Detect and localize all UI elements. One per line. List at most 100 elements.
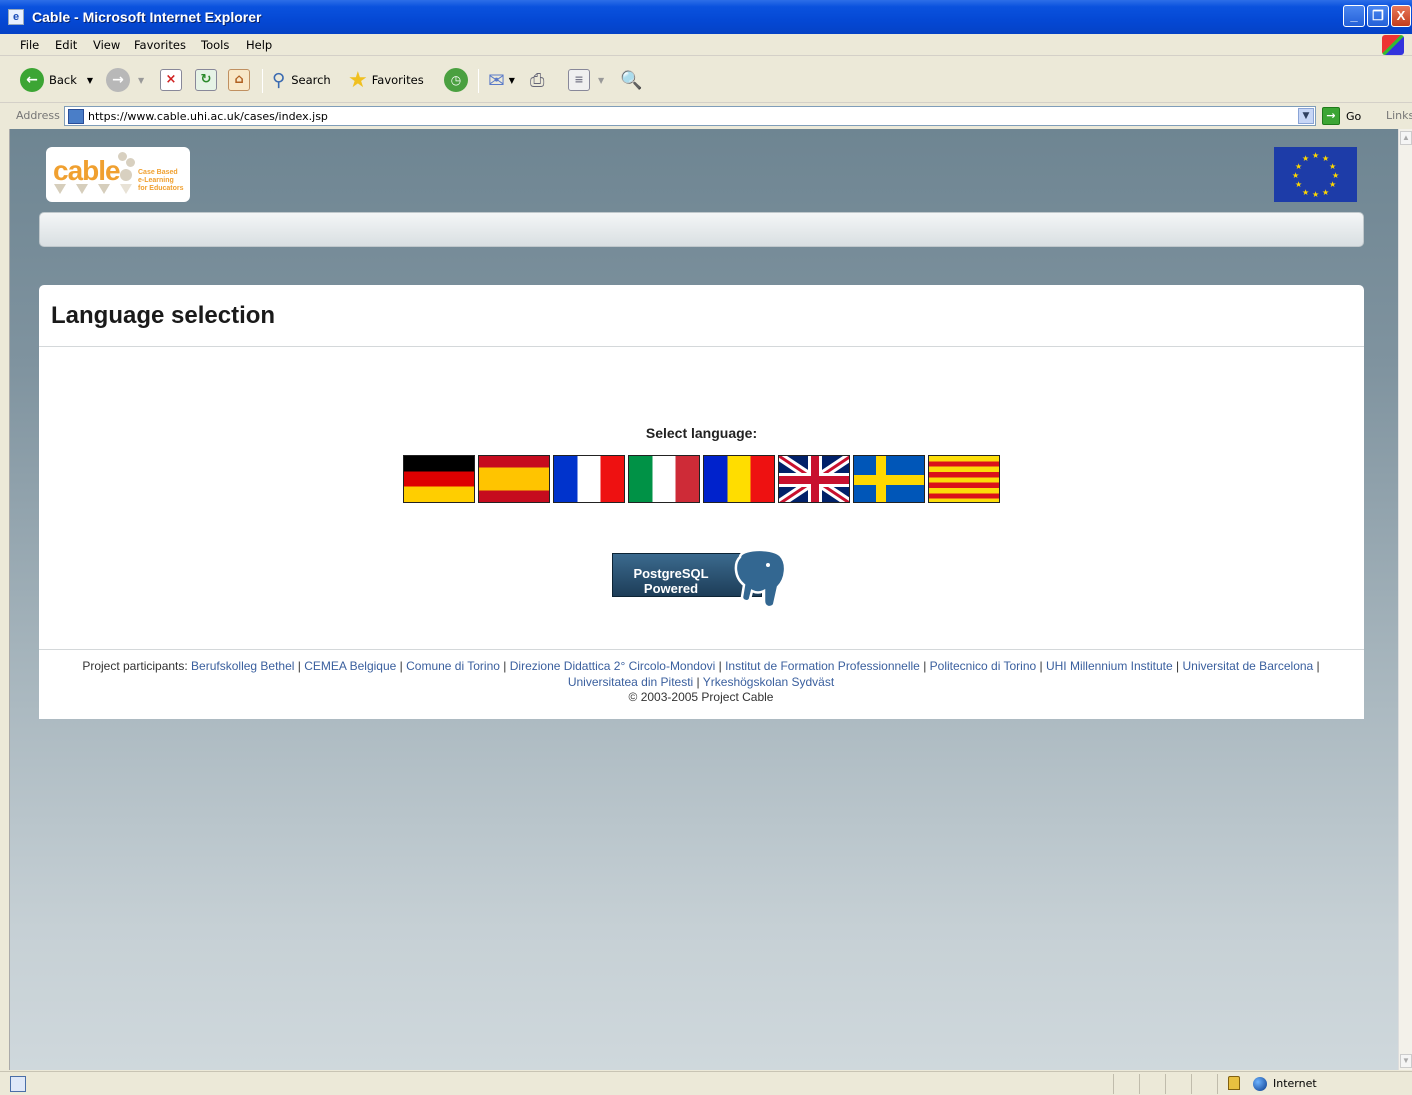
copyright-text: © 2003-2005 Project Cable bbox=[628, 690, 774, 704]
refresh-button[interactable]: ↻ bbox=[195, 67, 217, 93]
menu-view[interactable]: View bbox=[93, 38, 120, 52]
participant-link[interactable]: Yrkeshögskolan Sydväst bbox=[703, 675, 834, 689]
status-bar: Internet bbox=[0, 1071, 1412, 1095]
toolbar-separator bbox=[478, 69, 479, 93]
vertical-scrollbar[interactable]: ▲ ▼ bbox=[1398, 129, 1412, 1070]
page-viewport: cable Case Based e-Learning for Educator… bbox=[10, 129, 1398, 1070]
participants-prefix: Project participants: bbox=[82, 659, 192, 673]
language-flags bbox=[403, 455, 1000, 503]
close-button[interactable]: X bbox=[1391, 5, 1411, 27]
favorites-label: Favorites bbox=[371, 73, 424, 87]
flag-italian[interactable] bbox=[628, 455, 700, 503]
address-input[interactable]: https://www.cable.uhi.ac.uk/cases/index.… bbox=[64, 106, 1316, 126]
logo-tagline: Case Based e-Learning for Educators bbox=[138, 169, 184, 192]
content-panel: Language selection Select language: Post… bbox=[39, 285, 1364, 719]
address-label: Address bbox=[16, 109, 60, 122]
menu-favorites[interactable]: Favorites bbox=[134, 38, 186, 52]
stop-button[interactable]: × bbox=[160, 67, 182, 93]
scroll-up-icon[interactable]: ▲ bbox=[1400, 131, 1412, 145]
participant-link[interactable]: Universitat de Barcelona bbox=[1182, 659, 1313, 673]
menu-help[interactable]: Help bbox=[246, 38, 272, 52]
minimize-button[interactable]: _ bbox=[1343, 5, 1365, 27]
logo-triangle bbox=[120, 184, 132, 194]
participant-link[interactable]: UHI Millennium Institute bbox=[1046, 659, 1173, 673]
page-title: Language selection bbox=[51, 302, 276, 329]
edit-dropdown-icon[interactable]: ▼ bbox=[598, 76, 604, 85]
postgresql-powered-badge[interactable]: PostgreSQL Powered bbox=[612, 547, 790, 611]
address-dropdown-icon[interactable]: ▼ bbox=[1298, 108, 1314, 124]
history-button[interactable]: ◷ bbox=[444, 67, 468, 93]
favorites-star-icon: ★ bbox=[348, 67, 368, 93]
logo-word: cable bbox=[53, 155, 121, 186]
flag-romanian[interactable] bbox=[703, 455, 775, 503]
cable-logo[interactable]: cable Case Based e-Learning for Educator… bbox=[46, 147, 190, 202]
page-icon bbox=[68, 109, 84, 124]
participant-link[interactable]: Berufskolleg Bethel bbox=[191, 659, 294, 673]
scroll-down-icon[interactable]: ▼ bbox=[1400, 1054, 1412, 1068]
flag-spanish[interactable] bbox=[478, 455, 550, 503]
search-button[interactable]: ⚲ Search bbox=[272, 67, 331, 93]
internet-zone-icon bbox=[1253, 1077, 1267, 1091]
go-button[interactable]: → Go bbox=[1322, 107, 1361, 125]
links-button[interactable]: Links bbox=[1386, 109, 1412, 122]
logo-triangle bbox=[98, 184, 110, 194]
participant-link[interactable]: CEMEA Belgique bbox=[304, 659, 396, 673]
flag-catalan[interactable] bbox=[928, 455, 1000, 503]
refresh-icon: ↻ bbox=[195, 69, 217, 91]
flag-swedish[interactable] bbox=[853, 455, 925, 503]
lock-icon[interactable] bbox=[1228, 1076, 1240, 1090]
postgresql-elephant-icon bbox=[734, 548, 787, 609]
forward-dropdown-icon[interactable]: ▼ bbox=[138, 76, 144, 85]
back-label: Back bbox=[49, 73, 77, 87]
window-title: Cable - Microsoft Internet Explorer bbox=[32, 9, 262, 25]
favorites-button[interactable]: ★ Favorites bbox=[348, 67, 424, 93]
divider bbox=[39, 346, 1364, 347]
participant-link[interactable]: Universitatea din Pitesti bbox=[568, 675, 693, 689]
ie-icon: e bbox=[8, 9, 24, 25]
title-bar: e Cable - Microsoft Internet Explorer _ … bbox=[0, 0, 1412, 34]
back-button[interactable]: ← Back ▼ bbox=[20, 67, 93, 93]
toolbar: ← Back ▼ → ▼ × ↻ ⌂ ⚲ Search ★ Favorites … bbox=[0, 57, 1412, 103]
page-footer: Project participants: Berufskolleg Bethe… bbox=[82, 659, 1320, 704]
back-dropdown-icon[interactable]: ▼ bbox=[87, 76, 93, 85]
print-button[interactable]: ⎙ bbox=[530, 67, 544, 93]
home-button[interactable]: ⌂ bbox=[228, 67, 250, 93]
eu-flag-icon: ★ ★ ★ ★ ★ ★ ★ ★ ★ ★ ★ ★ bbox=[1274, 147, 1357, 202]
research-button[interactable]: 🔍 bbox=[620, 67, 642, 93]
divider bbox=[39, 649, 1364, 650]
go-label: Go bbox=[1346, 109, 1362, 123]
page-status-icon bbox=[10, 1076, 26, 1092]
logo-dot bbox=[126, 158, 135, 167]
participant-link[interactable]: Institut de Formation Professionnelle bbox=[725, 659, 920, 673]
address-url: https://www.cable.uhi.ac.uk/cases/index.… bbox=[88, 110, 328, 123]
participant-link[interactable]: Comune di Torino bbox=[406, 659, 500, 673]
menu-edit[interactable]: Edit bbox=[55, 38, 77, 52]
maximize-button[interactable]: ❐ bbox=[1367, 5, 1389, 27]
logo-dot bbox=[120, 169, 132, 181]
edit-icon: ≡ bbox=[568, 69, 590, 91]
status-cell bbox=[1165, 1074, 1191, 1094]
search-label: Search bbox=[291, 73, 331, 87]
go-arrow-icon: → bbox=[1322, 107, 1340, 125]
forward-button[interactable]: → ▼ bbox=[106, 67, 144, 93]
participant-link[interactable]: Politecnico di Torino bbox=[930, 659, 1037, 673]
flag-german[interactable] bbox=[403, 455, 475, 503]
flag-english[interactable] bbox=[778, 455, 850, 503]
security-zone-label: Internet bbox=[1273, 1077, 1317, 1090]
menu-file[interactable]: File bbox=[20, 38, 39, 52]
status-cell bbox=[1113, 1074, 1139, 1094]
mail-dropdown-icon[interactable]: ▼ bbox=[509, 76, 515, 85]
menu-tools[interactable]: Tools bbox=[201, 38, 229, 52]
flag-french[interactable] bbox=[553, 455, 625, 503]
participant-link[interactable]: Direzione Didattica 2° Circolo-Mondovi bbox=[510, 659, 716, 673]
left-border bbox=[0, 129, 10, 1070]
mail-icon: ✉ bbox=[488, 68, 505, 92]
select-language-label: Select language: bbox=[645, 425, 758, 441]
search-icon: ⚲ bbox=[272, 69, 286, 91]
edit-button[interactable]: ≡ ▼ bbox=[568, 67, 604, 93]
history-icon: ◷ bbox=[444, 68, 468, 92]
logo-triangle bbox=[54, 184, 66, 194]
stop-icon: × bbox=[160, 69, 182, 91]
mail-button[interactable]: ✉ ▼ bbox=[488, 67, 515, 93]
browser-window: e Cable - Microsoft Internet Explorer _ … bbox=[0, 0, 1412, 1095]
